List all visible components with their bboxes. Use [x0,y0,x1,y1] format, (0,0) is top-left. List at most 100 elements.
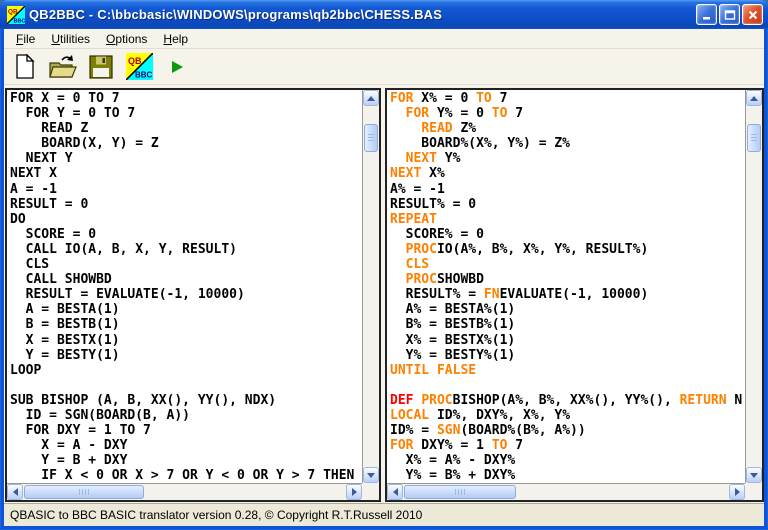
maximize-icon [724,9,736,21]
run-button[interactable] [161,52,193,82]
arrow-right-icon [352,488,357,496]
code-line: A% = BESTA%(1) [390,302,745,317]
code-line: REPEAT [390,212,745,227]
horizontal-scroll-thumb[interactable] [404,485,516,499]
code-line: NEXT X% [390,166,745,181]
close-icon [747,9,759,21]
code-line: NEXT X [10,166,362,181]
code-line: B% = BESTB%(1) [390,317,745,332]
new-file-icon [14,54,36,80]
scrollbar-corner [362,483,379,500]
code-line: X = A - DXY [10,438,362,453]
status-text: QBASIC to BBC BASIC translator version 0… [10,508,422,522]
code-line: FOR X% = 0 TO 7 [390,91,745,106]
code-line: X% = BESTX%(1) [390,333,745,348]
code-line: X = BESTX(1) [10,333,362,348]
scroll-right-button[interactable] [729,484,745,500]
app-icon-qb-label: QB [8,8,18,15]
status-bar: QBASIC to BBC BASIC translator version 0… [4,503,764,526]
code-line: Y% = BESTY%(1) [390,348,745,363]
translate-icon-bbc-label: BBC [135,71,153,80]
arrow-down-icon [367,473,375,478]
code-line: LOOP [10,363,362,378]
qbasic-vertical-scrollbar[interactable] [362,90,379,483]
scroll-right-button[interactable] [346,484,362,500]
code-line: NEXT Y [10,151,362,166]
scroll-up-button[interactable] [363,90,379,106]
arrow-up-icon [367,96,375,101]
code-line: CLS [10,257,362,272]
code-line: BOARD(X, Y) = Z [10,136,362,151]
bbc-horizontal-scrollbar[interactable] [387,483,745,500]
code-line: SCORE% = 0 [390,227,745,242]
translate-icon-qb-label: QB [128,56,142,66]
save-file-icon [89,55,113,79]
scroll-left-button[interactable] [7,484,23,500]
code-line: NEXT Y% [390,151,745,166]
code-line: SCORE = 0 [10,227,362,242]
menu-item-file[interactable]: File [8,30,43,48]
bbc-vertical-scrollbar[interactable] [745,90,762,483]
new-file-button[interactable] [9,52,41,82]
bbc-code[interactable]: FOR X% = 0 TO 7 FOR Y% = 0 TO 7 READ Z% … [387,90,745,483]
open-file-icon [48,54,78,80]
save-file-button[interactable] [85,52,117,82]
qbasic-horizontal-scrollbar[interactable] [7,483,362,500]
menu-item-utilities[interactable]: Utilities [43,30,98,48]
arrow-left-icon [13,488,18,496]
minimize-button[interactable] [696,4,717,25]
arrow-down-icon [750,473,758,478]
run-icon [169,59,185,75]
app-icon-bbc-label: BBC [14,18,26,24]
menu-item-options[interactable]: Options [98,30,155,48]
code-line: DEF PROCBISHOP(A%, B%, XX%(), YY%(), RET… [390,393,745,408]
arrow-right-icon [735,488,740,496]
code-line: READ Z% [390,121,745,136]
menu-bar: FileUtilitiesOptionsHelp [4,29,764,49]
maximize-button[interactable] [719,4,740,25]
code-line: FOR DXY = 1 TO 7 [10,423,362,438]
code-line [390,378,745,393]
code-line: Y = BESTY(1) [10,348,362,363]
code-line: A% = -1 [390,182,745,197]
scroll-left-button[interactable] [387,484,403,500]
arrow-left-icon [393,488,398,496]
code-line: RESULT% = FNEVALUATE(-1, 10000) [390,287,745,302]
code-line: UNTIL FALSE [390,363,745,378]
scroll-up-button[interactable] [746,90,762,106]
code-line: CALL IO(A, B, X, Y, RESULT) [10,242,362,257]
horizontal-scroll-thumb[interactable] [24,485,144,499]
code-line: SUB BISHOP (A, B, XX(), YY(), NDX) [10,393,362,408]
scroll-down-button[interactable] [746,467,762,483]
code-line: X% = A% - DXY% [390,453,745,468]
code-line: RESULT = 0 [10,197,362,212]
qbasic-code[interactable]: FOR X = 0 TO 7 FOR Y = 0 TO 7 READ Z BOA… [7,90,362,483]
code-line: Y = B + DXY [10,453,362,468]
open-file-button[interactable] [47,52,79,82]
code-line: DO [10,212,362,227]
vertical-scroll-thumb[interactable] [364,124,378,152]
translate-qb-bbc-icon: QB BBC [126,53,153,80]
window-title: QB2BBC - C:\bbcbasic\WINDOWS\programs\qb… [29,7,690,22]
arrow-up-icon [750,96,758,101]
code-line: FOR Y% = 0 TO 7 [390,106,745,121]
code-line: IF X < 0 OR X > 7 OR Y < 0 OR Y > 7 THEN [10,468,362,483]
code-line: CLS [390,257,745,272]
menu-item-help[interactable]: Help [155,30,196,48]
thumb-grip [455,489,465,495]
code-line: ID = SGN(BOARD(B, A)) [10,408,362,423]
code-line: FOR Y = 0 TO 7 [10,106,362,121]
close-button[interactable] [742,4,763,25]
code-line: RESULT = EVALUATE(-1, 10000) [10,287,362,302]
code-line: FOR DXY% = 1 TO 7 [390,438,745,453]
code-line: FOR X = 0 TO 7 [10,91,362,106]
bbc-basic-output-pane: FOR X% = 0 TO 7 FOR Y% = 0 TO 7 READ Z% … [385,88,764,502]
scroll-down-button[interactable] [363,467,379,483]
vertical-scroll-thumb[interactable] [747,124,761,152]
title-bar[interactable]: QB BBC QB2BBC - C:\bbcbasic\WINDOWS\prog… [0,0,768,29]
code-line: A = -1 [10,182,362,197]
translate-button[interactable]: QB BBC [123,52,155,82]
code-line: RESULT% = 0 [390,197,745,212]
qbasic-source-pane: FOR X = 0 TO 7 FOR Y = 0 TO 7 READ Z BOA… [5,88,381,502]
code-line: B = BESTB(1) [10,317,362,332]
